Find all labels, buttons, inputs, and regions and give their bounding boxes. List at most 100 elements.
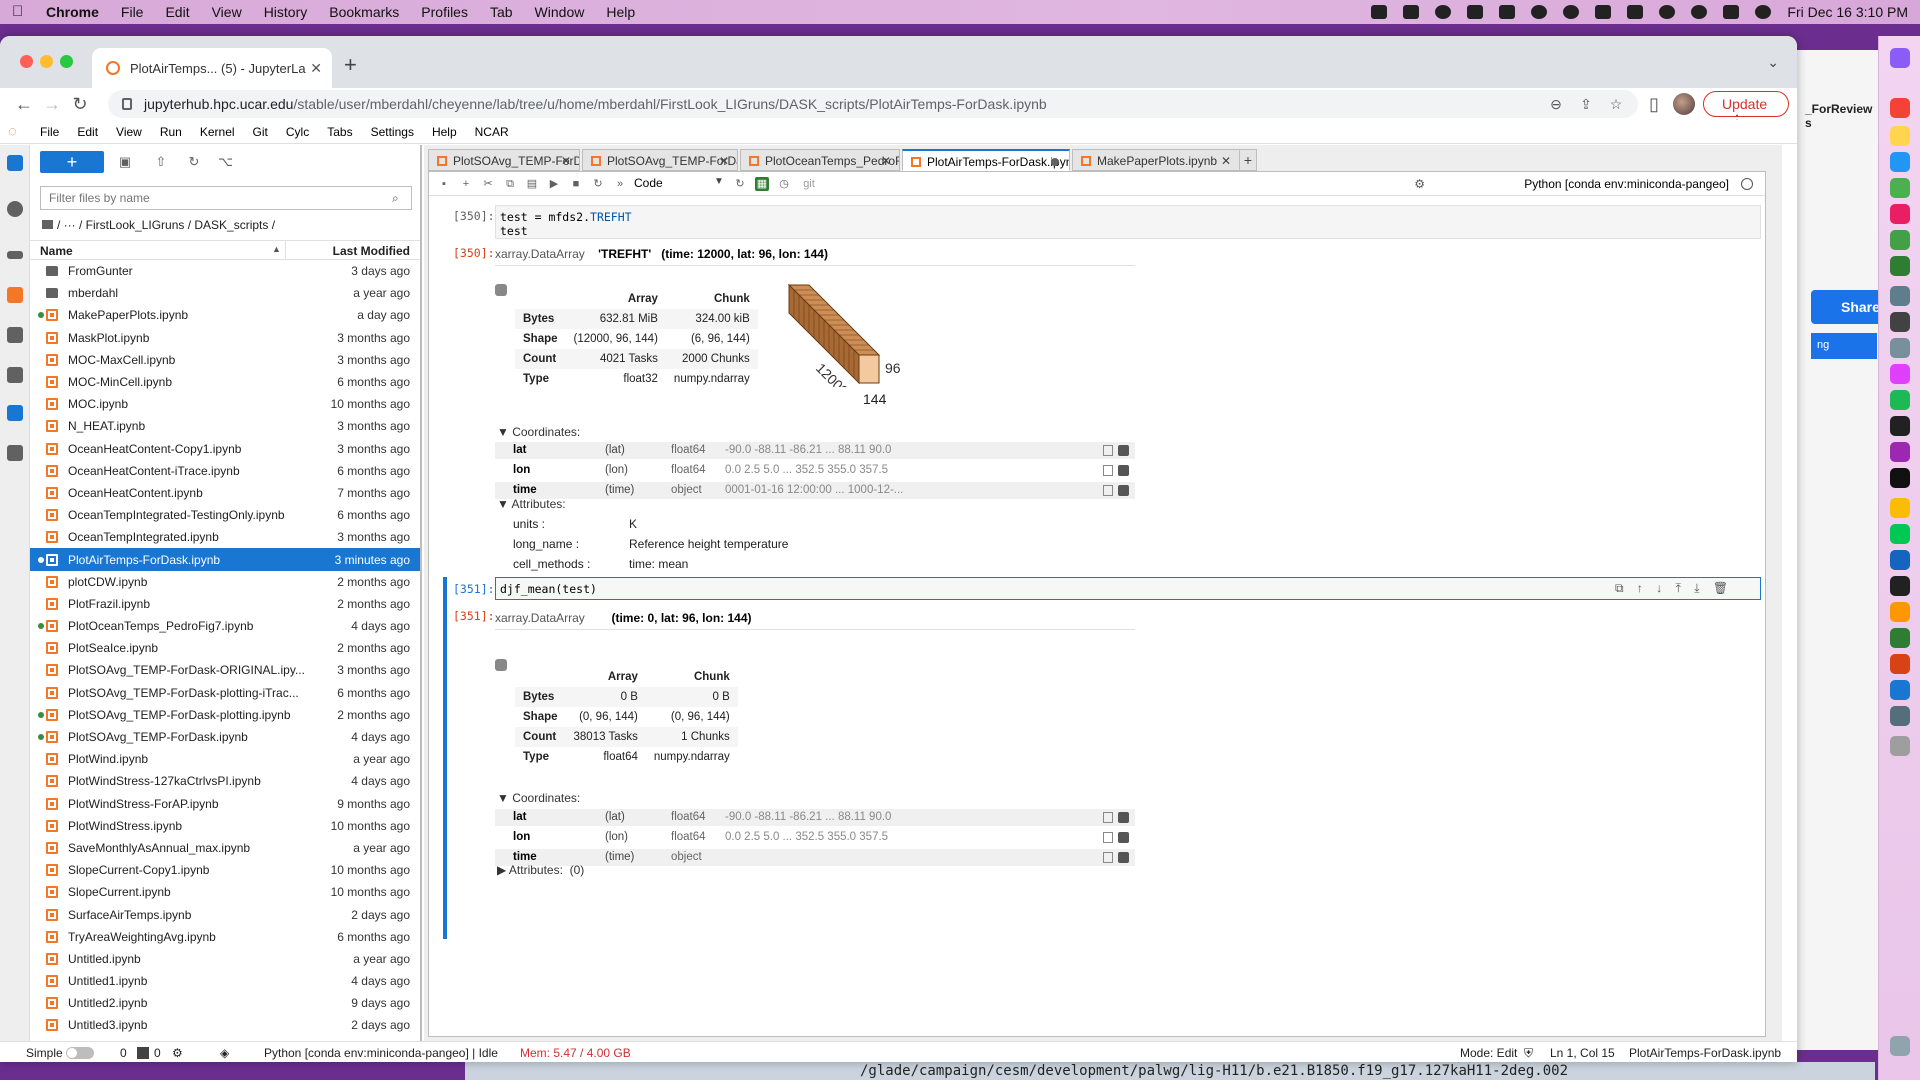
vlc-icon[interactable] bbox=[1403, 5, 1420, 19]
file-row[interactable]: FromGunter 3 days ago bbox=[30, 260, 420, 282]
flower-icon[interactable] bbox=[1890, 364, 1910, 384]
attributes-file-icon[interactable] bbox=[1103, 465, 1113, 476]
file-row[interactable]: MakePaperPlots.ipynb a day ago bbox=[30, 304, 420, 326]
close-icon[interactable]: ✕ bbox=[1221, 154, 1231, 168]
duplicate-cell-icon[interactable]: ⧉ bbox=[1615, 581, 1624, 595]
tab-plotoceantemps[interactable]: PlotOceanTemps_PedroFig ✕ bbox=[740, 149, 900, 171]
jmenu-file[interactable]: File bbox=[40, 125, 59, 139]
new-launcher-button[interactable]: + bbox=[40, 151, 104, 173]
chevron-down-icon[interactable]: ▼ bbox=[714, 176, 724, 187]
vlc-dock-icon[interactable] bbox=[1890, 602, 1910, 622]
facetime-icon[interactable] bbox=[1890, 256, 1910, 276]
browser-tab-jupyterlab[interactable]: PlotAirTemps... (5) - JupyterLa ✕ bbox=[92, 48, 332, 88]
back-button[interactable]: ← bbox=[10, 94, 38, 115]
menubar-clock[interactable]: Fri Dec 16 3:10 PM bbox=[1787, 4, 1908, 20]
word-icon[interactable] bbox=[1890, 550, 1910, 570]
share-button[interactable]: Share bbox=[1811, 290, 1881, 324]
menubar-file[interactable]: File bbox=[121, 4, 144, 20]
copy-icon[interactable]: ⧉ bbox=[503, 177, 517, 191]
attributes-toggle-351[interactable]: ▶ Attributes: (0) bbox=[497, 863, 584, 877]
jmenu-settings[interactable]: Settings bbox=[371, 125, 414, 139]
maps-icon[interactable] bbox=[1890, 178, 1910, 198]
chrome-update-button[interactable]: Update ⋮ bbox=[1703, 91, 1789, 128]
file-row[interactable]: Untitled.ipynb a year ago bbox=[30, 948, 420, 970]
chrome-icon[interactable] bbox=[1890, 498, 1910, 518]
attributes-file-icon[interactable] bbox=[1103, 812, 1113, 823]
terminal-icon[interactable] bbox=[1890, 416, 1910, 436]
tab-makepaperplots[interactable]: MakePaperPlots.ipynb ✕ bbox=[1072, 149, 1240, 171]
attributes-toggle-350[interactable]: ▼ Attributes: bbox=[497, 497, 566, 511]
simple-mode-toggle[interactable] bbox=[66, 1047, 94, 1059]
system-icon[interactable] bbox=[1890, 312, 1910, 332]
powerpoint-icon[interactable] bbox=[1890, 654, 1910, 674]
cell-351-code[interactable]: djf_mean(test) bbox=[495, 577, 1761, 600]
jmenu-view[interactable]: View bbox=[116, 125, 142, 139]
file-row[interactable]: MOC.ipynb 10 months ago bbox=[30, 393, 420, 415]
zoom-window-button[interactable] bbox=[60, 55, 73, 68]
breadcrumb-path[interactable]: / ··· / FirstLook_LIGruns / DASK_scripts… bbox=[57, 218, 275, 232]
side-panel-icon[interactable]: ▯ bbox=[1640, 94, 1668, 115]
battery-icon[interactable] bbox=[1627, 5, 1644, 19]
messages-icon[interactable] bbox=[1890, 230, 1910, 250]
file-row[interactable]: PlotSOAvg_TEMP-ForDask.ipynb 4 days ago bbox=[30, 726, 420, 748]
spotify-icon[interactable] bbox=[1890, 390, 1910, 410]
tab-plotsoavg-2[interactable]: PlotSOAvg_TEMP-ForDask✕ bbox=[582, 149, 738, 171]
minimize-window-button[interactable] bbox=[40, 55, 53, 68]
file-row[interactable]: TryAreaWeightingAvg.ipynb 6 months ago bbox=[30, 926, 420, 948]
kernel-name[interactable]: Python [conda env:miniconda-pangeo] bbox=[1524, 177, 1729, 191]
attributes-file-icon[interactable] bbox=[1103, 852, 1113, 863]
database-icon[interactable] bbox=[1118, 812, 1129, 823]
menubar-help[interactable]: Help bbox=[606, 4, 635, 20]
menubar-tab[interactable]: Tab bbox=[490, 4, 513, 20]
insert-above-icon[interactable]: ⤒ bbox=[1676, 581, 1681, 595]
fast-forward-icon[interactable]: » bbox=[613, 177, 627, 191]
file-row[interactable]: PlotWind.ipynb a year ago bbox=[30, 748, 420, 770]
app-icon-2[interactable] bbox=[1890, 286, 1910, 306]
git-icon[interactable] bbox=[7, 327, 23, 343]
file-row[interactable]: PlotSOAvg_TEMP-ForDask-plotting-iTrac...… bbox=[30, 682, 420, 704]
jmenu-edit[interactable]: Edit bbox=[77, 125, 98, 139]
folder-icon[interactable] bbox=[42, 220, 53, 229]
dropbox-icon[interactable] bbox=[1371, 5, 1388, 19]
unsaved-indicator-icon[interactable] bbox=[1051, 158, 1059, 166]
shield-icon[interactable]: ⛨ bbox=[1524, 1046, 1533, 1061]
outlook-icon[interactable] bbox=[1890, 680, 1910, 700]
file-row[interactable]: OceanHeatContent.ipynb 7 months ago bbox=[30, 482, 420, 504]
add-tab-button[interactable]: + bbox=[1239, 149, 1257, 171]
file-row[interactable]: SaveMonthlyAsAnnual_max.ipynb a year ago bbox=[30, 837, 420, 859]
wifi-icon[interactable] bbox=[1659, 5, 1676, 19]
move-up-icon[interactable]: ↑ bbox=[1637, 581, 1643, 595]
database-icon[interactable] bbox=[1118, 465, 1129, 476]
gear-icon[interactable]: ⚙ bbox=[1414, 177, 1425, 191]
file-row[interactable]: SlopeCurrent-Copy1.ipynb 10 months ago bbox=[30, 859, 420, 881]
insert-cell-icon[interactable]: + bbox=[459, 177, 473, 191]
database-icon[interactable] bbox=[1118, 852, 1129, 863]
appletv-icon[interactable] bbox=[1890, 468, 1910, 488]
database-icon[interactable] bbox=[1118, 832, 1129, 843]
share-icon[interactable]: ⇪ bbox=[1578, 96, 1594, 112]
control-center-icon[interactable] bbox=[1723, 5, 1740, 19]
database-icon[interactable] bbox=[1118, 485, 1129, 496]
file-row[interactable]: PlotSeaIce.ipynb 2 months ago bbox=[30, 637, 420, 659]
cell-type-select[interactable]: Code bbox=[634, 176, 663, 190]
file-row[interactable]: MOC-MinCell.ipynb 6 months ago bbox=[30, 371, 420, 393]
refresh-kernel-icon[interactable]: ↻ bbox=[733, 177, 747, 191]
file-row[interactable]: Untitled2.ipynb 9 days ago bbox=[30, 992, 420, 1014]
file-row[interactable]: PlotWindStress-ForAP.ipynb 9 months ago bbox=[30, 793, 420, 815]
menubar-view[interactable]: View bbox=[212, 4, 242, 20]
apple-icon[interactable]:  bbox=[12, 4, 28, 20]
file-row[interactable]: PlotSOAvg_TEMP-ForDask-plotting.ipynb 2 m… bbox=[30, 704, 420, 726]
reload-button[interactable]: ↻ bbox=[66, 94, 94, 115]
x-app-icon[interactable] bbox=[1890, 576, 1910, 596]
close-icon[interactable]: ✕ bbox=[881, 154, 891, 168]
cut-icon[interactable]: ✂ bbox=[481, 177, 495, 191]
safari-icon[interactable] bbox=[1890, 152, 1910, 172]
jmenu-git[interactable]: Git bbox=[253, 125, 268, 139]
app-icon[interactable] bbox=[1890, 48, 1910, 68]
git-branch-icon[interactable]: ◈ bbox=[220, 1046, 229, 1060]
file-row[interactable]: OceanTempIntegrated-TestingOnly.ipynb 6 m… bbox=[30, 504, 420, 526]
jmenu-ncar[interactable]: NCAR bbox=[475, 125, 509, 139]
file-row[interactable]: mberdahl a year ago bbox=[30, 282, 420, 304]
attributes-file-icon[interactable] bbox=[1103, 832, 1113, 843]
file-row[interactable]: N_HEAT.ipynb 3 months ago bbox=[30, 415, 420, 437]
